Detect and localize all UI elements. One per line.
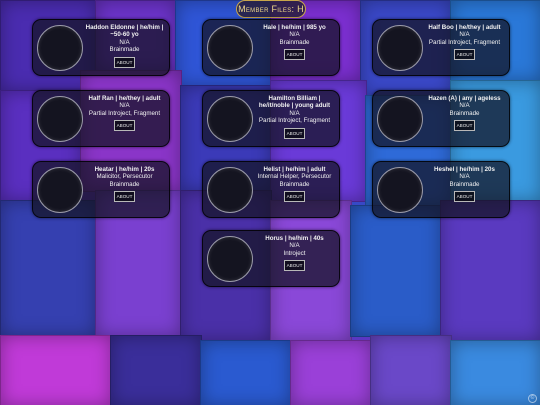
bg-cube: [290, 340, 372, 405]
member-name: Half Ran | he/they | adult: [88, 95, 161, 102]
member-name: Haddon Eldonne | he/him | ~50-60 yo: [85, 24, 164, 39]
member-info: Haddon Eldonne | he/him | ~50-60 yo N/A …: [83, 24, 166, 68]
member-role: Brainmade: [449, 109, 480, 117]
member-card: Heatar | he/him | 20s Malicitor, Persecu…: [32, 161, 170, 218]
member-name: Heshel | he/him | 20s: [434, 166, 495, 173]
member-card: Horus | he/him | 40s N/A Introject ABOUT: [202, 230, 340, 287]
member-card: Hale | he/him | 985 yo N/A Brainmade ABO…: [202, 19, 340, 76]
member-name: Half Boo | he/they | adult: [428, 24, 501, 31]
member-card: Haddon Eldonne | he/him | ~50-60 yo N/A …: [32, 19, 170, 76]
page-title: Member Files: H: [236, 0, 306, 18]
member-source: N/A: [459, 31, 470, 39]
bg-cube: [0, 335, 112, 405]
avatar: [37, 96, 83, 142]
member-name: Horus | he/him | 40s: [265, 235, 324, 242]
member-info: Hamilton Billiam | he/it/noble | young a…: [253, 95, 336, 139]
copyright-icon: ©: [528, 394, 537, 403]
member-info: Hazen (A) | any | ageless N/A Brainmade …: [423, 95, 506, 132]
about-button[interactable]: ABOUT: [453, 191, 476, 203]
member-card: Hazen (A) | any | ageless N/A Brainmade …: [372, 90, 510, 147]
about-button[interactable]: ABOUT: [113, 191, 136, 203]
member-card: Half Ran | he/they | adult N/A Partial I…: [32, 90, 170, 147]
about-button[interactable]: ABOUT: [283, 49, 306, 61]
member-source: N/A: [459, 102, 470, 110]
member-source: N/A: [119, 102, 130, 110]
avatar: [207, 25, 253, 71]
about-button[interactable]: ABOUT: [453, 49, 476, 61]
about-button[interactable]: ABOUT: [453, 120, 476, 132]
avatar: [37, 25, 83, 71]
member-role: Brainmade: [109, 180, 140, 188]
member-role: Introject: [283, 249, 306, 257]
member-card: Heshel | he/him | 20s N/A Brainmade ABOU…: [372, 161, 510, 218]
member-info: Horus | he/him | 40s N/A Introject ABOUT: [253, 235, 336, 272]
bg-cube: [370, 335, 452, 405]
member-source: N/A: [459, 173, 470, 181]
about-button[interactable]: ABOUT: [113, 120, 136, 132]
member-card: Hamilton Billiam | he/it/noble | young a…: [202, 90, 340, 147]
bg-cube: [440, 200, 540, 342]
member-role: Brainmade: [449, 180, 480, 188]
avatar: [377, 96, 423, 142]
member-source: N/A: [289, 31, 300, 39]
member-info: Helist | he/him | adult Internal Helper,…: [253, 166, 336, 203]
member-role: Partial Introject, Fragment: [88, 109, 161, 117]
about-button[interactable]: ABOUT: [113, 56, 136, 68]
avatar: [377, 167, 423, 213]
member-source: N/A: [119, 38, 130, 46]
member-name: Hazen (A) | any | ageless: [428, 95, 501, 102]
member-role: Partial Introject, Fragment: [258, 117, 331, 125]
member-source: Internal Helper, Persecutor: [257, 173, 332, 181]
avatar: [207, 167, 253, 213]
bg-cube: [450, 340, 540, 405]
about-button[interactable]: ABOUT: [283, 191, 306, 203]
member-info: Hale | he/him | 985 yo N/A Brainmade ABO…: [253, 24, 336, 61]
member-info: Half Boo | he/they | adult N/A Partial I…: [423, 24, 506, 61]
member-name: Helist | he/him | adult: [263, 166, 326, 173]
bg-cube: [350, 205, 442, 337]
member-card: Half Boo | he/they | adult N/A Partial I…: [372, 19, 510, 76]
avatar: [207, 236, 253, 282]
member-source: Malicitor, Persecutor: [96, 173, 153, 181]
member-source: N/A: [289, 242, 300, 250]
member-name: Hamilton Billiam | he/it/noble | young a…: [258, 95, 331, 110]
about-button[interactable]: ABOUT: [283, 127, 306, 139]
member-role: Partial Introject, Fragment: [428, 38, 501, 46]
avatar: [207, 96, 253, 142]
member-info: Half Ran | he/they | adult N/A Partial I…: [83, 95, 166, 132]
member-card: Helist | he/him | adult Internal Helper,…: [202, 161, 340, 218]
member-source: N/A: [289, 109, 300, 117]
about-button[interactable]: ABOUT: [283, 260, 306, 272]
avatar: [377, 25, 423, 71]
bg-cube: [0, 200, 97, 337]
member-info: Heatar | he/him | 20s Malicitor, Persecu…: [83, 166, 166, 203]
member-role: Brainmade: [279, 38, 310, 46]
member-name: Hale | he/him | 985 yo: [263, 24, 326, 31]
member-role: Brainmade: [279, 180, 310, 188]
bg-cube: [200, 340, 292, 405]
member-name: Heatar | he/him | 20s: [94, 166, 155, 173]
bg-cube: [110, 335, 202, 405]
member-info: Heshel | he/him | 20s N/A Brainmade ABOU…: [423, 166, 506, 203]
avatar: [37, 167, 83, 213]
member-role: Brainmade: [109, 46, 140, 54]
